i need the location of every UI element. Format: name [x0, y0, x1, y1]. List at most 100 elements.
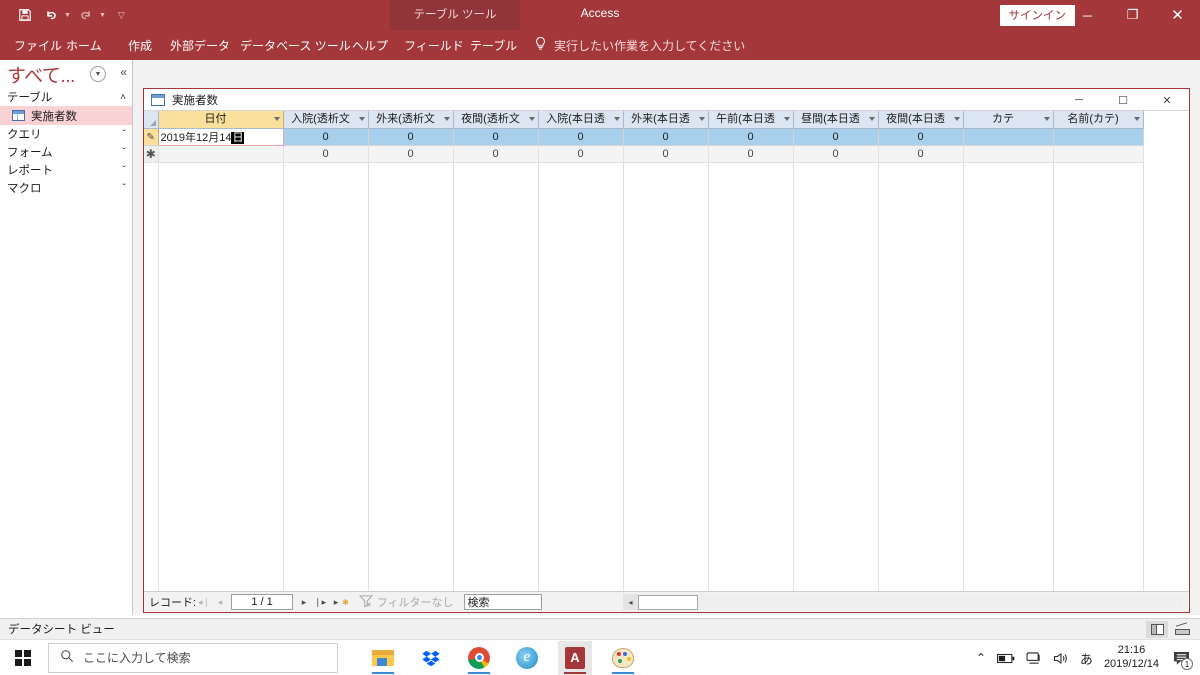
previous-record-button[interactable]: ◂ [212, 594, 228, 611]
new-cell-yakan-honjitsu[interactable]: 0 [878, 145, 964, 163]
tab-file[interactable]: ファイル [14, 30, 62, 60]
chevron-down-icon[interactable] [358, 117, 365, 121]
shutter-bar-collapse-icon[interactable]: « [120, 65, 127, 79]
chevron-down-icon[interactable] [698, 117, 705, 121]
tab-external-data[interactable]: 外部データ [170, 30, 230, 60]
table-row[interactable]: ✎ 2019年12月14日 0 0 0 0 0 0 0 0 [144, 128, 1144, 146]
navigation-pane-header[interactable]: すべて... ▼ « [0, 60, 132, 88]
scroll-left-button[interactable]: ◂ [623, 594, 638, 610]
column-header-gozen-honjitsu[interactable]: 午前(本日透 [708, 111, 794, 129]
cell-yakan-tousekibun[interactable]: 0 [453, 128, 539, 146]
first-record-button[interactable]: ◂❘ [196, 594, 212, 611]
new-cell-nyuin-honjitsu[interactable]: 0 [538, 145, 624, 163]
design-view-button[interactable] [1170, 621, 1192, 638]
column-header-gairai-tousekibun[interactable]: 外来(透析文 [368, 111, 454, 129]
document-close-button[interactable]: ✕ [1145, 89, 1189, 111]
document-maximize-button[interactable]: ☐ [1101, 89, 1145, 111]
filter-status[interactable]: フィルターなし [358, 594, 454, 610]
column-header-nyuin-honjitsu[interactable]: 入院(本日透 [538, 111, 624, 129]
nav-group-tables[interactable]: テーブル ˄ [0, 88, 132, 106]
tab-create[interactable]: 作成 [128, 30, 152, 60]
tab-database-tools[interactable]: データベース ツール [240, 30, 351, 60]
close-button[interactable]: ✕ [1155, 0, 1200, 30]
cell-gozen-honjitsu[interactable]: 0 [708, 128, 794, 146]
cell-gairai-honjitsu[interactable]: 0 [623, 128, 709, 146]
chevron-down-icon[interactable] [273, 117, 280, 121]
restore-button[interactable]: ❐ [1110, 0, 1155, 30]
cell-namae-kate[interactable] [1053, 128, 1144, 146]
tab-help[interactable]: ヘルプ [352, 30, 388, 60]
new-cell-nyuin-tousekibun[interactable]: 0 [283, 145, 369, 163]
cell-nyuin-tousekibun[interactable]: 0 [283, 128, 369, 146]
new-cell-namae-kate[interactable] [1053, 145, 1144, 163]
table-row-new[interactable]: ✱ 0 0 0 0 0 0 0 0 [144, 145, 1144, 163]
column-header-hizuke[interactable]: 日付 [158, 111, 284, 129]
ime-mode-icon[interactable]: あ [1080, 649, 1093, 668]
column-header-nyuin-tousekibun[interactable]: 入院(透析文 [283, 111, 369, 129]
record-position-input[interactable]: 1 / 1 [231, 594, 294, 610]
datasheet-view-button[interactable] [1146, 621, 1168, 638]
new-cell-gozen-honjitsu[interactable]: 0 [708, 145, 794, 163]
undo-dropdown-icon[interactable]: ▼ [64, 12, 71, 19]
chevron-down-icon[interactable] [953, 117, 960, 121]
dropbox-icon[interactable] [414, 641, 448, 675]
column-header-yakan-honjitsu[interactable]: 夜間(本日透 [878, 111, 964, 129]
nav-group-forms[interactable]: フォーム ˇ [0, 143, 132, 161]
nav-options-icon[interactable]: ▼ [90, 66, 106, 82]
new-record-button[interactable]: ▸ [328, 594, 344, 611]
record-selector-new[interactable]: ✱ [144, 145, 159, 163]
tab-home[interactable]: ホーム [66, 30, 102, 60]
volume-icon[interactable] [1053, 652, 1069, 665]
battery-icon[interactable] [996, 653, 1015, 664]
column-header-hiruma-honjitsu[interactable]: 昼間(本日透 [793, 111, 879, 129]
customize-qat-icon[interactable]: ▽ [118, 10, 125, 21]
tell-me-box[interactable]: 実行したい作業を入力してください [534, 30, 745, 60]
chevron-down-icon[interactable] [783, 117, 790, 121]
new-cell-hiruma-honjitsu[interactable]: 0 [793, 145, 879, 163]
sidebar-item-jisshisha-su[interactable]: 実施者数 [0, 106, 132, 125]
taskbar-clock[interactable]: 21:16 2019/12/14 [1104, 644, 1159, 672]
chevron-down-icon[interactable] [528, 117, 535, 121]
chevron-down-icon[interactable]: ˇ [123, 129, 126, 140]
chevron-down-icon[interactable]: ˇ [123, 147, 126, 158]
chevron-down-icon[interactable] [1133, 117, 1140, 121]
tray-overflow-icon[interactable]: ⌃ [976, 651, 986, 665]
cell-nyuin-honjitsu[interactable]: 0 [538, 128, 624, 146]
horizontal-scrollbar[interactable]: ◂ [623, 594, 1183, 610]
record-selector-editing[interactable]: ✎ [144, 128, 159, 146]
nav-group-reports[interactable]: レポート ˇ [0, 161, 132, 179]
sign-in-button[interactable]: サインイン [999, 5, 1075, 26]
new-cell-gairai-honjitsu[interactable]: 0 [623, 145, 709, 163]
notification-icon[interactable]: 1 [1170, 646, 1193, 670]
chevron-down-icon[interactable] [868, 117, 875, 121]
network-icon[interactable] [1026, 651, 1042, 665]
document-minimize-button[interactable]: ─ [1057, 89, 1101, 111]
next-record-button[interactable]: ▸ [296, 594, 312, 611]
scrollbar-thumb[interactable] [638, 594, 698, 610]
cell-hizuke[interactable]: 2019年12月14日 [157, 128, 284, 146]
windows-start-button[interactable] [0, 640, 46, 675]
select-all-corner[interactable] [144, 111, 159, 129]
new-cell-hizuke[interactable] [158, 145, 284, 163]
file-explorer-icon[interactable] [366, 641, 400, 675]
search-input[interactable]: 検索 [463, 594, 542, 610]
column-header-yakan-tousekibun[interactable]: 夜間(透析文 [453, 111, 539, 129]
cell-hiruma-honjitsu[interactable]: 0 [793, 128, 879, 146]
column-header-namae-kate[interactable]: 名前(カテ) [1053, 111, 1144, 129]
paint-icon[interactable] [606, 641, 640, 675]
nav-group-macros[interactable]: マクロ ˇ [0, 179, 132, 197]
chevron-down-icon[interactable]: ˇ [123, 183, 126, 194]
chrome-icon[interactable] [462, 641, 496, 675]
chevron-down-icon[interactable]: ˇ [123, 165, 126, 176]
minimize-button[interactable]: ─ [1065, 0, 1110, 30]
internet-explorer-icon[interactable]: e [510, 641, 544, 675]
tab-table[interactable]: テーブル [470, 30, 517, 60]
chevron-down-icon[interactable] [1043, 117, 1050, 121]
last-record-button[interactable]: ❘▸ [312, 594, 328, 611]
cell-kate[interactable] [963, 128, 1054, 146]
chevron-down-icon[interactable] [613, 117, 620, 121]
save-icon[interactable] [14, 5, 36, 25]
column-header-gairai-honjitsu[interactable]: 外来(本日透 [623, 111, 709, 129]
taskbar-search-box[interactable]: ここに入力して検索 [48, 642, 338, 673]
undo-icon[interactable] [40, 5, 62, 25]
